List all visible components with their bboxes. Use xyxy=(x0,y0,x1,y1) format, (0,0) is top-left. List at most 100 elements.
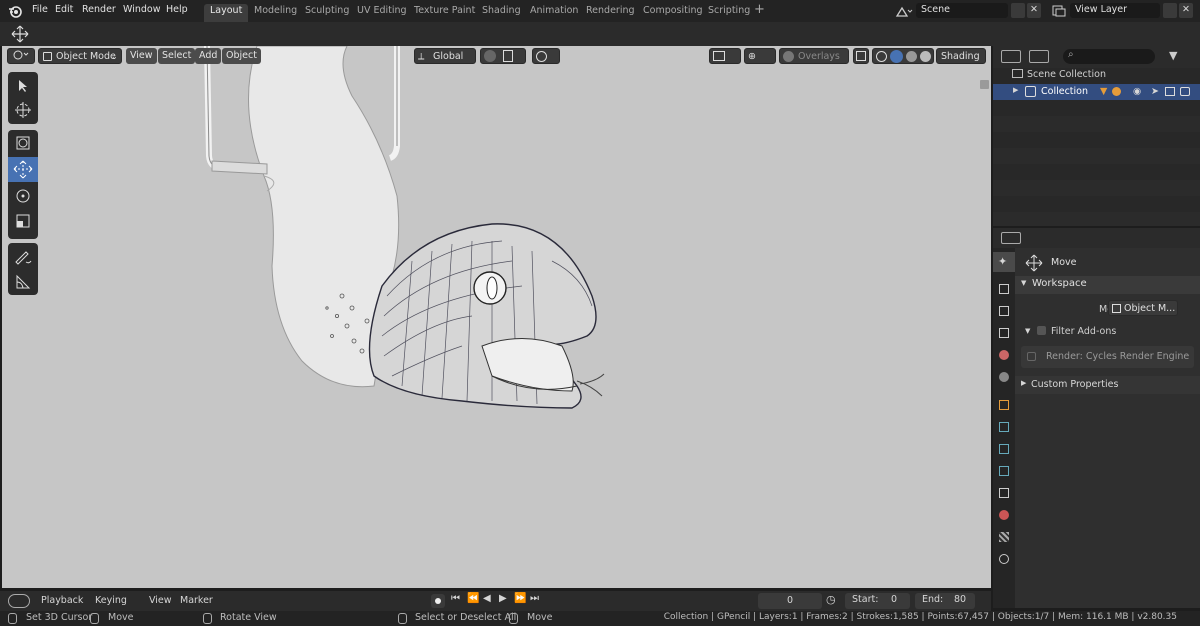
collection-row[interactable]: ▶ Collection ▼ ◉ ➤ xyxy=(993,84,1200,100)
scene-field[interactable]: Scene xyxy=(916,3,1008,18)
play-icon[interactable]: ▶ xyxy=(499,593,507,604)
menu-window[interactable]: Window xyxy=(123,4,160,15)
tab-modeling[interactable]: Modeling xyxy=(248,4,303,22)
blender-logo-icon[interactable] xyxy=(8,4,22,18)
new-scene-icon[interactable] xyxy=(1011,3,1025,18)
view-object-types-dropdown[interactable] xyxy=(709,48,741,64)
filter-icon[interactable]: ▼ xyxy=(1169,49,1177,62)
tab-render-icon[interactable] xyxy=(999,284,1009,294)
add-workspace-icon[interactable]: + xyxy=(754,2,765,17)
overlays-dropdown[interactable]: Overlays xyxy=(779,48,849,64)
view-layer-icon[interactable] xyxy=(1051,4,1067,18)
editor-type-dropdown[interactable] xyxy=(7,48,35,64)
outliner-search-input[interactable]: ⌕ xyxy=(1063,49,1155,64)
viewport-menu-view[interactable]: View xyxy=(126,48,157,64)
move-tool-icon[interactable] xyxy=(10,25,30,43)
tab-output-icon[interactable] xyxy=(999,306,1009,316)
current-frame-field[interactable]: 0 xyxy=(758,593,822,609)
render-visibility-icon[interactable] xyxy=(1180,87,1190,96)
delete-view-layer-icon[interactable]: ✕ xyxy=(1179,3,1193,18)
mode-dropdown[interactable]: Object Mode ⌄ xyxy=(38,48,122,64)
rotate-tool-button[interactable] xyxy=(8,183,38,208)
tab-physics-icon[interactable] xyxy=(999,466,1009,476)
jump-start-icon[interactable]: ⏮ xyxy=(451,593,460,604)
outliner-editor-icon[interactable] xyxy=(1001,50,1021,63)
gizmo-dropdown[interactable]: ⊕ xyxy=(744,48,776,64)
scene-icon[interactable] xyxy=(895,4,913,18)
move-tool-button[interactable] xyxy=(8,157,38,182)
clock-icon[interactable]: ◷ xyxy=(826,593,836,606)
timeline-menu-keying[interactable]: Keying xyxy=(95,595,127,606)
custom-properties-header[interactable]: ▶ Custom Properties xyxy=(1015,376,1200,394)
view-layer-field[interactable]: View Layer xyxy=(1070,3,1160,18)
filter-addons-checkbox[interactable] xyxy=(1037,326,1046,335)
xray-toggle[interactable] xyxy=(853,48,869,64)
selectable-icon[interactable]: ➤ xyxy=(1151,86,1159,97)
menu-edit[interactable]: Edit xyxy=(55,4,73,15)
tab-scene-icon[interactable] xyxy=(999,350,1009,360)
menu-render[interactable]: Render xyxy=(82,4,116,15)
timeline-menu-playback[interactable]: Playback xyxy=(41,595,83,606)
timeline-menu-view[interactable]: View xyxy=(149,595,172,606)
viewport-visibility-icon[interactable] xyxy=(1165,87,1175,96)
prev-keyframe-icon[interactable]: ⏪ xyxy=(467,593,479,604)
rendered-shading-icon[interactable] xyxy=(920,51,931,62)
timeline-editor-icon[interactable] xyxy=(8,594,30,608)
tab-rendering[interactable]: Rendering xyxy=(580,4,641,22)
cursor-tool-button[interactable] xyxy=(8,98,38,123)
sidebar-toggle-icon[interactable] xyxy=(980,80,989,89)
collapse-icon[interactable]: ▼ xyxy=(1025,327,1030,335)
tab-data-icon[interactable] xyxy=(999,488,1009,498)
shading-mode-buttons[interactable] xyxy=(872,48,934,64)
addon-checkbox[interactable] xyxy=(1027,352,1036,361)
solid-shading-icon[interactable] xyxy=(890,50,903,63)
viewport-menu-add[interactable]: Add xyxy=(195,48,222,64)
tab-object-icon[interactable] xyxy=(999,400,1009,410)
measure-tool-button[interactable] xyxy=(8,269,38,294)
tab-effects-icon[interactable] xyxy=(999,444,1009,454)
pivot-snap-group[interactable] xyxy=(480,48,526,64)
properties-editor-icon[interactable] xyxy=(1001,232,1021,244)
transform-tool-button[interactable] xyxy=(8,131,38,156)
transform-orientation-dropdown[interactable]: ⟂ Global xyxy=(414,48,476,64)
proportional-editing-dropdown[interactable] xyxy=(532,48,560,64)
tab-modifiers-icon[interactable] xyxy=(999,422,1009,432)
tab-texture-icon[interactable] xyxy=(999,532,1009,542)
light-icon[interactable] xyxy=(1112,87,1121,96)
tab-world-icon[interactable] xyxy=(999,372,1009,382)
tab-texture-paint[interactable]: Texture Paint xyxy=(408,4,481,22)
record-button[interactable] xyxy=(431,594,445,608)
tab-compositing[interactable]: Compositing xyxy=(637,4,709,22)
menu-file[interactable]: File xyxy=(32,4,48,15)
end-frame-field[interactable]: End: 80 xyxy=(915,593,975,609)
workspace-panel-header[interactable]: ▼ Workspace xyxy=(1015,276,1200,294)
3d-viewport[interactable]: Object Mode ⌄ View Select Add Object ⟂ G… xyxy=(2,46,991,588)
tab-tool[interactable]: ✦ xyxy=(993,252,1015,272)
tab-view-layer-icon[interactable] xyxy=(999,328,1009,338)
display-mode-icon[interactable] xyxy=(1029,50,1049,63)
viewport-menu-object[interactable]: Object xyxy=(222,48,261,64)
tab-constraints-icon[interactable] xyxy=(999,554,1009,564)
tab-sculpting[interactable]: Sculpting xyxy=(299,4,355,22)
scale-tool-button[interactable] xyxy=(8,209,38,234)
tab-layout[interactable]: Layout xyxy=(204,4,249,22)
menu-help[interactable]: Help xyxy=(166,4,188,15)
tab-uv-editing[interactable]: UV Editing xyxy=(351,4,413,22)
delete-scene-icon[interactable]: ✕ xyxy=(1027,3,1041,18)
shading-dropdown[interactable]: Shading xyxy=(936,48,986,64)
eye-icon[interactable]: ◉ xyxy=(1133,86,1141,97)
tab-material-icon[interactable] xyxy=(999,510,1009,520)
start-frame-field[interactable]: Start: 0 xyxy=(845,593,910,609)
wireframe-shading-icon[interactable] xyxy=(876,51,887,62)
gpencil-icon[interactable]: ▼ xyxy=(1100,86,1107,97)
expand-icon[interactable]: ▶ xyxy=(1013,86,1018,94)
tab-scripting[interactable]: Scripting xyxy=(702,4,756,22)
tab-animation[interactable]: Animation xyxy=(524,4,584,22)
material-shading-icon[interactable] xyxy=(906,51,917,62)
viewport-menu-select[interactable]: Select xyxy=(158,48,196,64)
next-keyframe-icon[interactable]: ⏩ xyxy=(514,593,526,604)
jump-end-icon[interactable]: ⏭ xyxy=(530,593,539,604)
play-reverse-icon[interactable]: ◀ xyxy=(483,593,491,604)
scene-collection-label[interactable]: Scene Collection xyxy=(1027,69,1106,80)
new-view-layer-icon[interactable] xyxy=(1163,3,1177,18)
